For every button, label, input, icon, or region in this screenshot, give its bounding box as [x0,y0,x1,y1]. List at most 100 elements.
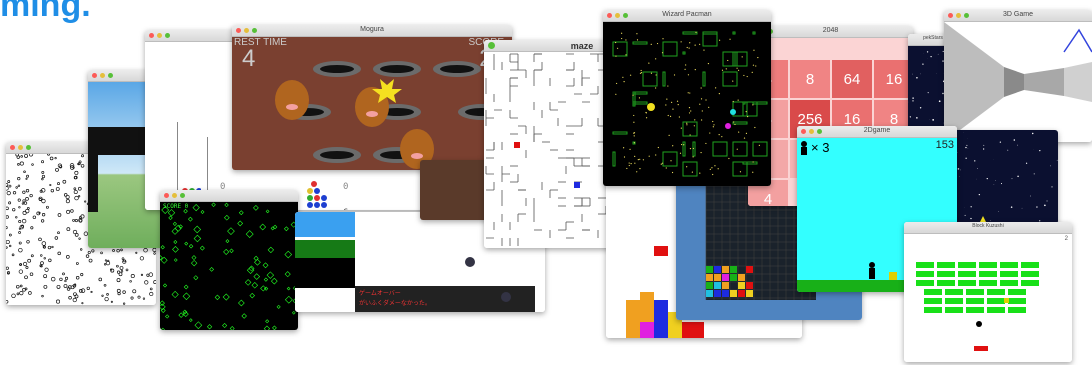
particle [24,154,29,158]
particle [62,179,67,184]
pac-dot [718,133,720,136]
pac-dot [671,171,674,174]
particle [104,296,109,302]
particle [16,292,20,296]
star [938,100,941,103]
corridor-svg [944,22,1092,142]
pac-dot [665,167,667,169]
pac-dot [630,163,632,165]
asteroid [270,277,278,285]
tetris-cell [706,282,713,289]
particle [19,290,24,296]
title-bar [160,190,298,202]
pac-dot [727,59,729,62]
pac-dot [700,87,702,89]
particle [43,246,46,249]
asteroid [245,230,254,239]
asteroids-window[interactable]: SCORE 0 [160,190,298,330]
asteroid [253,205,259,211]
particle [118,272,123,277]
star [993,183,995,185]
particle [55,187,60,191]
asteroid [263,325,271,330]
particle [122,290,126,294]
asteroid [200,210,205,214]
pac-wall [752,101,768,105]
star [1039,149,1041,152]
pac-dot [734,123,736,126]
particle [24,275,28,280]
star [937,53,939,55]
tetris-cell [722,274,729,281]
particle [45,205,49,209]
space-window[interactable] [950,130,1058,224]
tile: 64 [832,60,872,98]
brick [937,271,955,277]
pac-dot [757,56,759,59]
star [912,73,914,75]
tetris-cell [722,290,729,297]
asteroid [162,283,168,288]
particle [40,261,44,265]
particle [19,284,23,288]
particle [120,248,123,252]
asteroid [172,221,177,226]
pac-dot [680,143,683,146]
star [986,177,988,180]
particle [11,293,16,299]
brick [958,262,976,268]
brick [1000,271,1018,277]
particle [28,291,32,295]
particle [54,157,57,160]
pac-dot [656,42,659,45]
asteroid [253,273,261,280]
particle [40,254,43,257]
pac-dot [711,167,713,169]
asteroid [190,259,198,267]
title-bar: 3D Game [944,10,1092,22]
particle [122,302,126,305]
asteroid [173,239,178,244]
particle [46,154,51,156]
particle [112,249,115,252]
star [916,117,918,119]
pac-dot [728,157,730,160]
rest-value: 4 [242,45,256,72]
mole-hole-inner [440,65,474,73]
brick [1021,271,1039,277]
pacman [647,103,655,111]
star [1017,144,1018,146]
tile: 8 [790,60,830,98]
particle [41,241,47,246]
particle [25,197,29,201]
asteroid [168,215,173,221]
pac-dot [657,146,659,149]
pac-dot [732,80,734,82]
particle [6,225,8,230]
particle [8,184,12,188]
pac-dot [687,92,689,94]
star [998,211,999,212]
window-title: Block Kuzushi [972,223,1004,229]
particle [27,258,32,263]
particle [41,174,46,179]
particle [50,276,56,282]
particle [139,256,144,261]
pac-dot [755,65,757,67]
brick [987,298,1005,304]
mole-nose [286,104,298,110]
breakout-window[interactable]: Block Kuzushi 2 [904,222,1072,362]
star [957,168,960,170]
particle [21,202,25,205]
particle [84,200,87,203]
game3d-window[interactable]: 3D Game [944,10,1092,142]
particle [74,233,79,237]
pac-dot [737,69,740,71]
particle [7,180,11,183]
particle [72,218,75,222]
asteroid [184,241,189,246]
asteroid [160,300,165,306]
pacman-window[interactable]: Wizard Pacman [603,10,771,186]
pac-dot [689,92,691,94]
mole-window[interactable]: Mogura REST TIME 4 SCORE 26 [232,25,512,170]
